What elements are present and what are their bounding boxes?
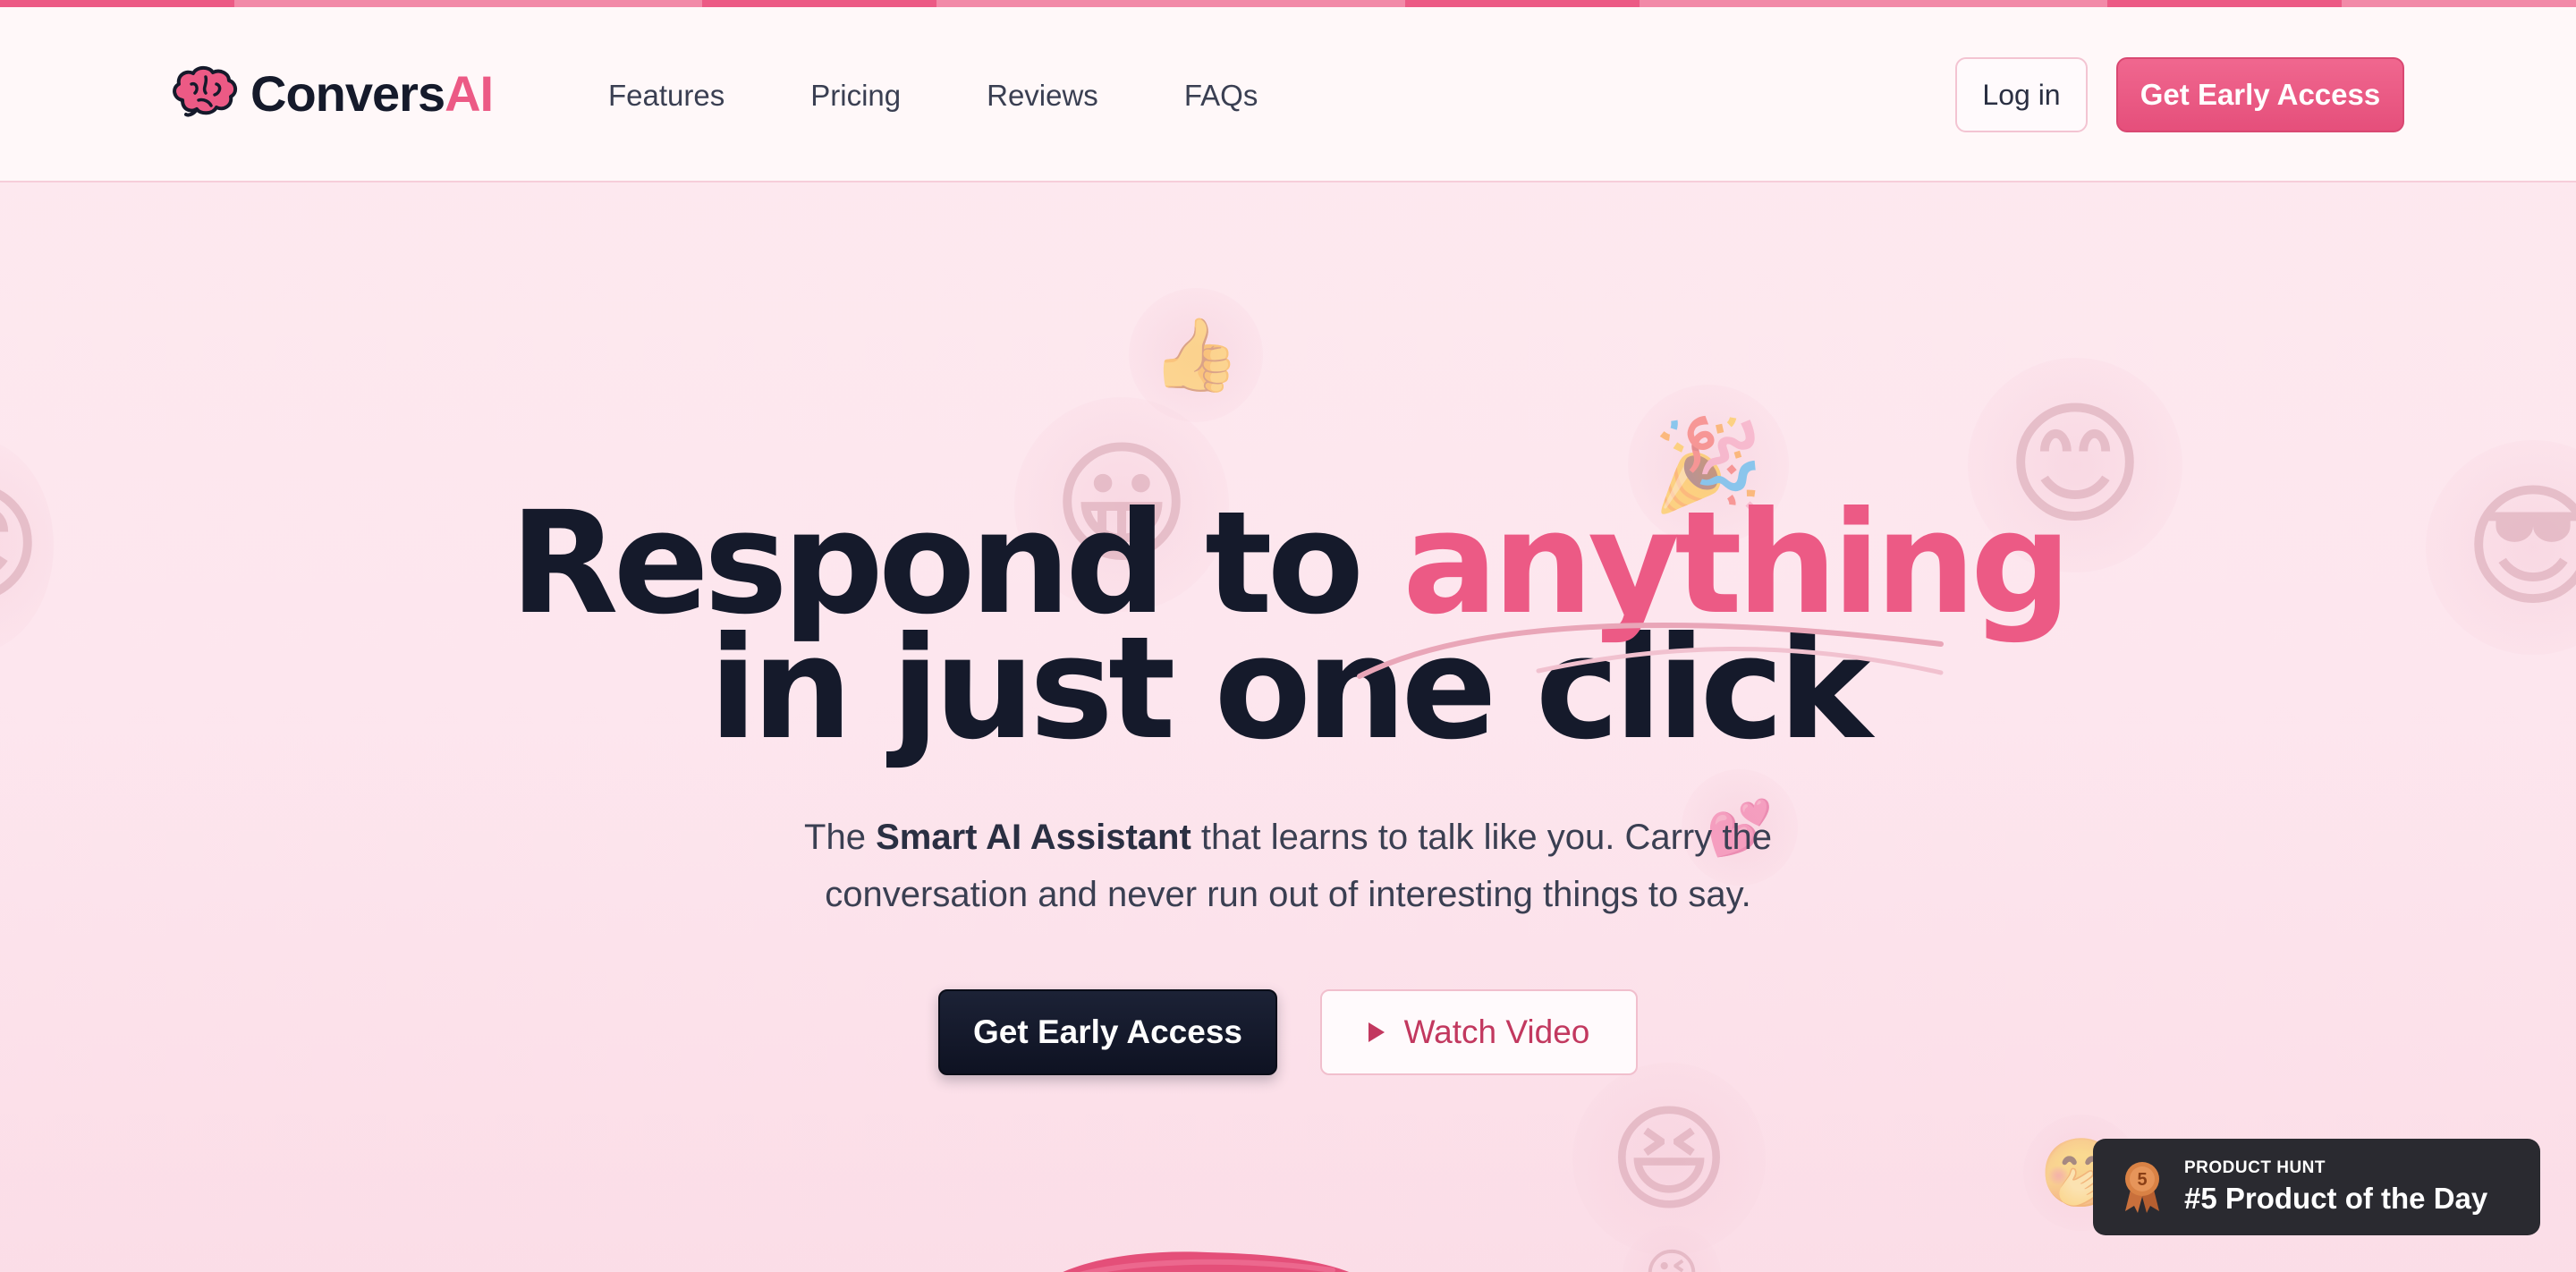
nav-link-faqs[interactable]: FAQs [1184,79,1258,113]
hero-subtitle-bold: Smart AI Assistant [876,818,1191,857]
brand-name: ConversAI [250,65,494,122]
svg-text:5: 5 [2137,1170,2147,1190]
medal-icon: 5 [2120,1159,2165,1215]
main-nav: Features Pricing Reviews FAQs [608,79,1343,113]
header-get-early-access-button[interactable]: Get Early Access [2116,57,2404,132]
watch-video-label: Watch Video [1403,1013,1590,1050]
hero-get-early-access-button[interactable]: Get Early Access [938,989,1277,1075]
decorative-blob [1063,1251,1349,1272]
nav-link-reviews[interactable]: Reviews [987,79,1098,113]
top-accent-stripe [0,0,2576,7]
brand-logo[interactable]: ConversAI [170,64,494,123]
product-hunt-kicker: PRODUCT HUNT [2184,1158,2326,1177]
brain-icon [170,64,238,123]
nav-link-features[interactable]: Features [608,79,724,113]
site-header: ConversAI Features Pricing Reviews FAQs … [0,7,2576,182]
hero-title: Respond to anything in just one click [0,493,2576,759]
watch-video-button[interactable]: Watch Video [1320,989,1638,1075]
accent-underline-scribble [1357,623,1944,679]
play-icon [1368,1022,1385,1042]
product-hunt-title: #5 Product of the Day [2184,1182,2488,1215]
product-hunt-text: PRODUCT HUNT #5 Product of the Day [2184,1158,2487,1216]
login-button[interactable]: Log in [1955,57,2088,132]
nav-link-pricing[interactable]: Pricing [810,79,901,113]
hero-subtitle: The Smart AI Assistant that learns to ta… [804,818,1772,914]
product-hunt-badge[interactable]: 5 PRODUCT HUNT #5 Product of the Day [2093,1139,2540,1235]
